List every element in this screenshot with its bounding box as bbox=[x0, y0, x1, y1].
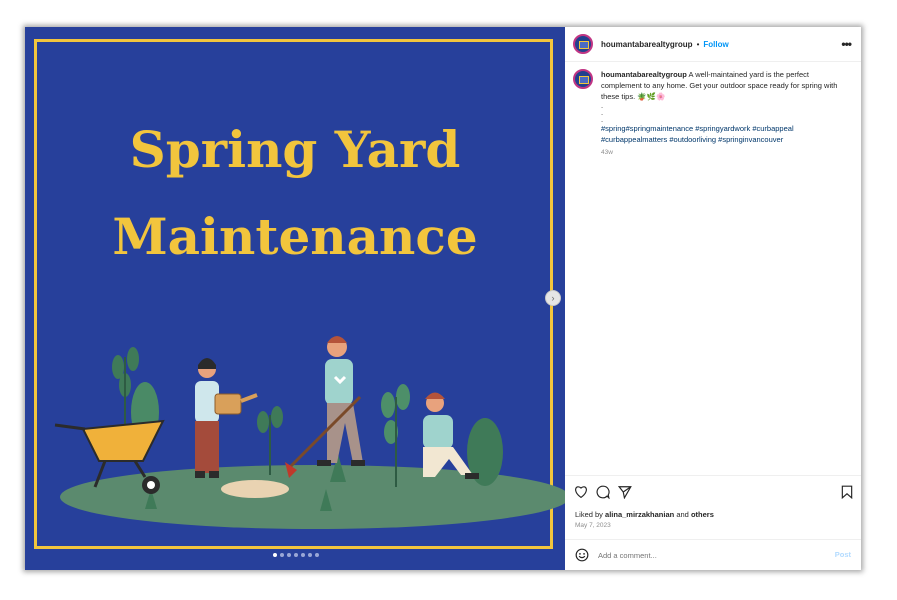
post-actions: Liked by alina_mirzakhanian and others M… bbox=[565, 475, 861, 529]
post-header: houmantabarealtygroup • Follow ••• bbox=[565, 27, 861, 62]
gardening-illustration bbox=[54, 336, 565, 529]
action-icons bbox=[574, 485, 632, 499]
hashtags-line-1[interactable]: #spring#springmaintenance #springyardwor… bbox=[601, 123, 851, 134]
next-slide-button[interactable]: › bbox=[545, 290, 561, 306]
bookmark-icon[interactable] bbox=[841, 485, 853, 499]
header-separator: • bbox=[696, 39, 700, 49]
share-icon[interactable] bbox=[618, 485, 632, 499]
carousel-dot bbox=[287, 553, 291, 557]
man-with-shovel bbox=[285, 336, 365, 478]
liked-by-and: and bbox=[676, 510, 689, 519]
comment-icon[interactable] bbox=[596, 485, 610, 499]
carousel-indicator bbox=[273, 553, 319, 557]
caption-body: houmantabarealtygroup A well-maintained … bbox=[601, 69, 851, 158]
comment-input[interactable] bbox=[598, 548, 818, 562]
caption-avatar[interactable] bbox=[573, 69, 593, 89]
carousel-dot bbox=[273, 553, 277, 557]
hashtags-line-2[interactable]: #curbappealmatters #outdoorliving #sprin… bbox=[601, 134, 851, 145]
caption-age: 43w bbox=[601, 149, 613, 156]
liked-by-user[interactable]: alina_mirzakhanian bbox=[605, 510, 674, 519]
carousel-dot bbox=[315, 553, 319, 557]
comment-bar: Post bbox=[565, 539, 861, 571]
post-date: May 7, 2023 bbox=[575, 522, 611, 529]
caption-username[interactable]: houmantabarealtygroup bbox=[601, 70, 687, 79]
soil-mound bbox=[221, 480, 289, 498]
header-username[interactable]: houmantabarealtygroup bbox=[601, 40, 693, 49]
emoji-icon[interactable] bbox=[575, 548, 589, 562]
more-horizontal-icon[interactable]: ••• bbox=[841, 37, 852, 51]
carousel-dot bbox=[280, 553, 284, 557]
heart-icon[interactable] bbox=[574, 485, 588, 498]
carousel-dot bbox=[294, 553, 298, 557]
woman-with-basket bbox=[195, 358, 258, 478]
carousel-dot bbox=[301, 553, 305, 557]
image-headline-line1: Spring Yard bbox=[129, 120, 461, 179]
follow-button[interactable]: Follow bbox=[703, 40, 728, 49]
post-image[interactable]: Spring Yard Maintenance › bbox=[25, 27, 565, 570]
caption-dot: . bbox=[601, 101, 604, 110]
liked-by-others[interactable]: others bbox=[691, 510, 714, 519]
plant-center bbox=[257, 406, 283, 475]
caption-dot: . bbox=[601, 115, 604, 124]
liked-by-prefix: Liked by bbox=[575, 510, 603, 519]
post-comment-button[interactable]: Post bbox=[835, 550, 851, 559]
image-headline-line2: Maintenance bbox=[112, 207, 478, 266]
caption-emojis: 🪴🌿🌸 bbox=[637, 92, 666, 101]
avatar[interactable] bbox=[573, 34, 593, 54]
post-details-panel: houmantabarealtygroup • Follow ••• houma… bbox=[565, 27, 861, 570]
caption: houmantabarealtygroup A well-maintained … bbox=[573, 69, 853, 158]
caption-dot: . bbox=[601, 108, 604, 117]
carousel-dot bbox=[308, 553, 312, 557]
instagram-post-window: Spring Yard Maintenance › houmantabareal… bbox=[25, 27, 861, 570]
liked-by: Liked by alina_mirzakhanian and others bbox=[575, 510, 714, 519]
save-button[interactable] bbox=[841, 485, 853, 499]
